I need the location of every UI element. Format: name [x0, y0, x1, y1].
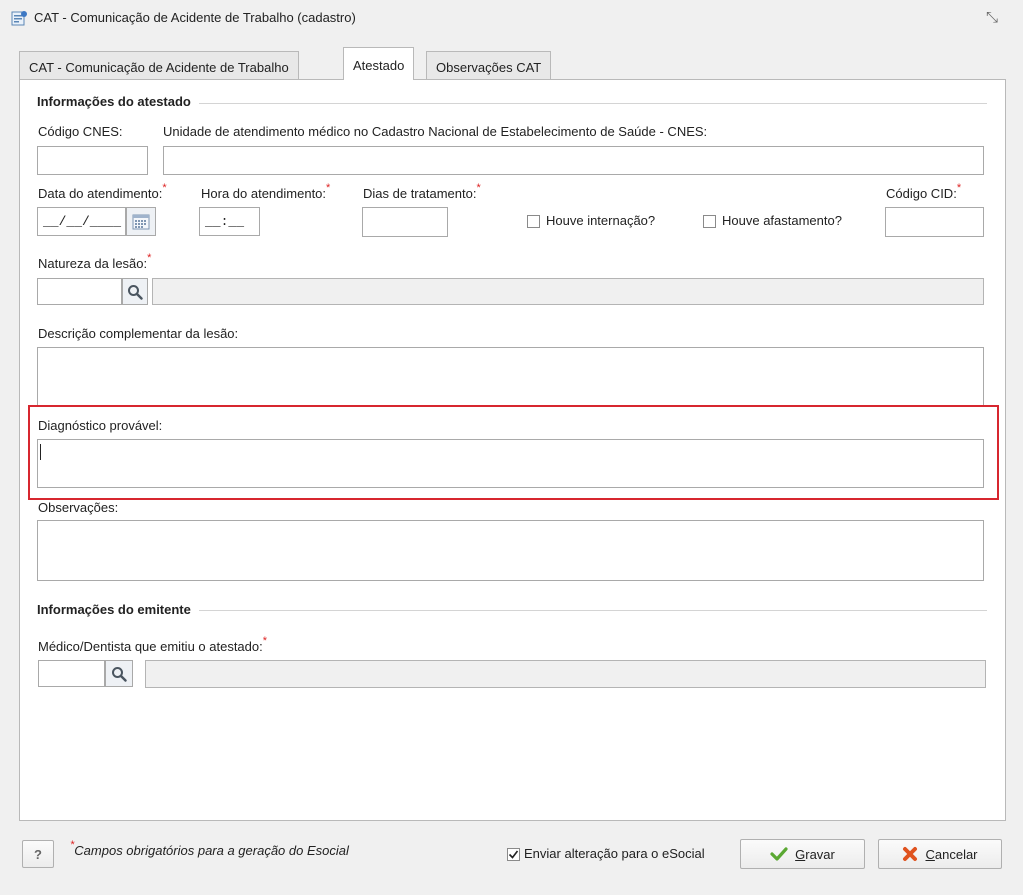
- required-mark: *: [956, 182, 962, 194]
- natureza-lesao-label: Natureza da lesão:*: [38, 252, 151, 271]
- afastamento-label[interactable]: Houve afastamento?: [722, 213, 842, 228]
- close-icon: [903, 847, 918, 861]
- save-button-label: Gravar: [795, 846, 835, 862]
- tab-observacoes-cat[interactable]: Observações CAT: [426, 51, 552, 80]
- cancel-button-label: Cancelar: [925, 846, 978, 862]
- observacoes-textarea[interactable]: [37, 520, 984, 581]
- internacao-label[interactable]: Houve internação?: [546, 213, 655, 228]
- app-icon: [11, 11, 27, 26]
- unidade-input[interactable]: [163, 146, 984, 175]
- medico-code-input[interactable]: [38, 660, 105, 687]
- required-mark: *: [162, 182, 167, 194]
- descricao-textarea[interactable]: [37, 347, 984, 407]
- data-atendimento-label-text: Data do atendimento:: [38, 186, 163, 201]
- hora-atendimento-input[interactable]: __:__: [199, 207, 260, 236]
- data-atendimento-label: Data do atendimento:*: [38, 182, 167, 201]
- hora-atendimento-label-text: Hora do atendimento:: [201, 186, 327, 201]
- codigo-cid-input[interactable]: [885, 207, 984, 237]
- required-note-text: Campos obrigatórios para a geração do Es…: [74, 843, 349, 858]
- descricao-label: Descrição complementar da lesão:: [38, 326, 239, 341]
- cancel-button[interactable]: Cancelar: [878, 839, 1002, 869]
- calendar-button[interactable]: [126, 207, 156, 236]
- unidade-label: Unidade de atendimento médico no Cadastr…: [163, 124, 708, 139]
- section-title-emitente: Informações do emitente: [37, 602, 199, 617]
- esocial-checkbox[interactable]: [507, 848, 520, 861]
- required-mark: *: [147, 252, 152, 264]
- help-label: ?: [34, 846, 42, 862]
- dias-tratamento-label-text: Dias de tratamento:: [363, 186, 477, 201]
- save-button[interactable]: Gravar: [740, 839, 865, 869]
- natureza-lesao-description: [152, 278, 984, 305]
- required-mark: *: [70, 839, 75, 851]
- data-atendimento-input[interactable]: __/__/____: [37, 207, 126, 236]
- text-caret: [40, 444, 41, 460]
- required-mark: *: [476, 182, 481, 194]
- search-icon: [112, 666, 127, 682]
- diagnostico-highlight-box: [28, 405, 999, 500]
- section-title-atestado: Informações do atestado: [37, 94, 199, 109]
- window-title: CAT - Comunicação de Acidente de Trabalh…: [34, 10, 356, 25]
- checkmark-icon: [508, 850, 519, 859]
- hora-atendimento-label: Hora do atendimento:*: [201, 182, 330, 201]
- natureza-search-button[interactable]: [122, 278, 148, 305]
- observacoes-label: Observações:: [38, 500, 119, 515]
- required-note: *Campos obrigatórios para a geração do E…: [70, 839, 349, 858]
- medico-label-text: Médico/Dentista que emitiu o atestado:: [38, 639, 263, 654]
- dias-tratamento-input[interactable]: [362, 207, 448, 237]
- internacao-checkbox[interactable]: [527, 215, 540, 228]
- codigo-cnes-label: Código CNES:: [38, 124, 123, 139]
- required-mark: *: [326, 182, 331, 194]
- esocial-label[interactable]: Enviar alteração para o eSocial: [524, 846, 705, 861]
- calendar-icon: [132, 214, 150, 230]
- tab-atestado[interactable]: Atestado: [343, 47, 415, 80]
- codigo-cid-label-text: Código CID:: [886, 186, 957, 201]
- close-icon[interactable]: ⤡: [986, 9, 998, 26]
- codigo-cid-label: Código CID:*: [886, 182, 961, 201]
- natureza-lesao-label-text: Natureza da lesão:: [38, 256, 148, 271]
- medico-name-display: [145, 660, 986, 688]
- help-button[interactable]: ?: [22, 840, 54, 868]
- medico-label: Médico/Dentista que emitiu o atestado:*: [38, 635, 267, 654]
- required-mark: *: [262, 635, 268, 647]
- natureza-lesao-code-input[interactable]: [37, 278, 122, 305]
- afastamento-checkbox[interactable]: [703, 215, 716, 228]
- tab-cat[interactable]: CAT - Comunicação de Acidente de Trabalh…: [19, 51, 299, 80]
- codigo-cnes-input[interactable]: [37, 146, 148, 175]
- dias-tratamento-label: Dias de tratamento:*: [363, 182, 481, 201]
- search-icon: [128, 284, 143, 300]
- medico-search-button[interactable]: [105, 660, 133, 687]
- checkmark-icon: [770, 847, 788, 861]
